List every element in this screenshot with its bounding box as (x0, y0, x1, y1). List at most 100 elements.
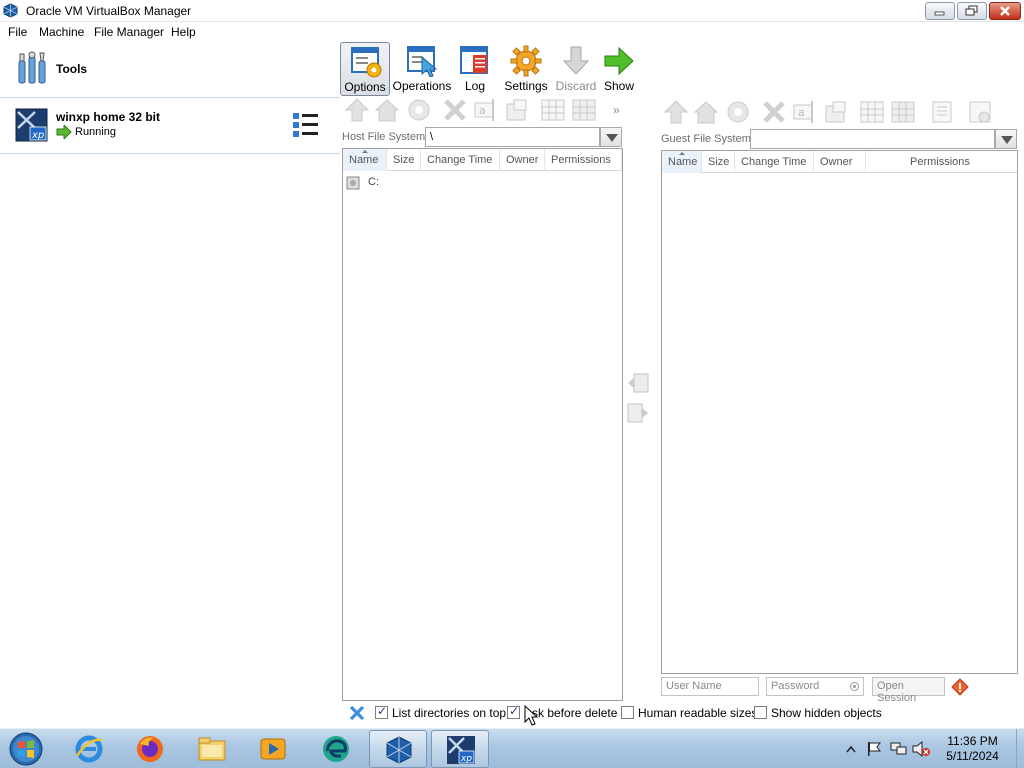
copy-to-guest-icon[interactable] (626, 401, 650, 425)
invert-selection-icon[interactable] (890, 99, 916, 125)
password-toggle-icon[interactable] (849, 681, 860, 692)
taskbar-winxp-vm[interactable]: xp (431, 730, 489, 768)
media-player-icon (260, 738, 286, 760)
open-session-button[interactable]: Open Session (872, 677, 945, 704)
ask-before-delete-label[interactable]: Ask before delete (524, 706, 617, 720)
winxp-vm-icon: xp (447, 736, 475, 764)
more-tools-chevron[interactable]: » (613, 103, 620, 117)
taskbar-edge[interactable] (307, 730, 365, 768)
menu-file-manager[interactable]: File Manager (94, 25, 164, 39)
delete-icon[interactable] (761, 99, 787, 125)
vm-state: Running (75, 126, 116, 138)
up-arrow-icon[interactable] (663, 99, 689, 125)
host-col-name[interactable]: Name (343, 149, 387, 171)
restore-icon (965, 5, 978, 16)
guest-file-list[interactable]: Name Size Change Time Owner Permissions (661, 150, 1018, 674)
taskbar: xp 11:36 PM 5/11/2024 (0, 728, 1024, 768)
up-arrow-icon[interactable] (344, 97, 370, 123)
volume-muted-icon[interactable] (912, 741, 930, 757)
home-icon[interactable] (693, 99, 719, 125)
menu-file[interactable]: File (8, 25, 27, 39)
taskbar-media-player[interactable] (244, 730, 302, 768)
guest-col-change-time[interactable]: Change Time (735, 151, 814, 173)
ask-before-delete-checkbox[interactable] (507, 704, 520, 719)
menu-machine[interactable]: Machine (39, 25, 84, 39)
list-directories-label[interactable]: List directories on top (392, 706, 506, 720)
rename-icon[interactable]: a (472, 97, 498, 123)
host-col-size[interactable]: Size (387, 149, 421, 171)
host-col-change-time[interactable]: Change Time (421, 149, 500, 171)
menu-help[interactable]: Help (171, 25, 196, 39)
list-directories-checkbox[interactable] (375, 704, 388, 719)
show-label: Show (603, 79, 635, 93)
system-clock[interactable]: 11:36 PM 5/11/2024 (930, 734, 1015, 764)
table-row[interactable]: C: (343, 173, 622, 193)
show-desktop-button[interactable] (1016, 729, 1024, 768)
vm-details-menu-icon[interactable] (292, 112, 320, 138)
show-hidden-objects-label[interactable]: Show hidden objects (771, 706, 882, 720)
main-toolbar: Options Operations Log Settings Discard … (340, 42, 1024, 97)
close-button[interactable] (989, 2, 1021, 20)
settings-gear-icon (510, 45, 542, 77)
refresh-icon[interactable] (725, 99, 751, 125)
host-path-field[interactable]: \ (425, 127, 600, 147)
host-file-list[interactable]: Name Size Change Time Owner Permissions … (342, 148, 623, 701)
settings-button[interactable]: Settings (501, 42, 551, 96)
delete-icon[interactable] (442, 97, 468, 123)
network-icon[interactable] (890, 741, 908, 757)
show-hidden-icons-chevron[interactable] (846, 745, 856, 753)
guest-col-name[interactable]: Name (662, 151, 702, 173)
show-button[interactable]: Show (594, 42, 644, 96)
select-all-icon[interactable] (859, 99, 885, 125)
tools-item[interactable]: Tools (0, 42, 340, 96)
guest-path-dropdown[interactable] (995, 129, 1017, 149)
taskbar-firefox[interactable] (121, 730, 179, 768)
window-title: Oracle VM VirtualBox Manager (26, 4, 192, 18)
vm-name: winxp home 32 bit (56, 110, 161, 124)
guest-path-field[interactable] (750, 129, 995, 149)
action-center-flag-icon[interactable] (866, 741, 882, 757)
machine-list-pane: Tools xp winxp home 32 bit Running (0, 42, 340, 728)
user-name-field[interactable]: User Name (661, 677, 759, 696)
log-button[interactable]: Log (450, 42, 500, 96)
operations-icon (407, 46, 438, 77)
options-icon (351, 47, 382, 78)
restore-button[interactable] (957, 2, 987, 20)
file-explorer-icon (198, 737, 226, 761)
guest-col-owner[interactable]: Owner (814, 151, 866, 173)
create-directory-icon[interactable] (504, 97, 530, 123)
operations-button[interactable]: Operations (393, 42, 451, 96)
human-readable-sizes-checkbox[interactable] (621, 706, 634, 719)
guest-col-size[interactable]: Size (702, 151, 735, 173)
session-warning-icon (951, 678, 969, 696)
drive-icon (346, 176, 360, 190)
host-col-owner[interactable]: Owner (500, 149, 545, 171)
guest-fs-label: Guest File System: (661, 133, 754, 145)
windows-xp-os-icon: xp (15, 108, 48, 142)
firefox-icon (137, 736, 163, 762)
host-col-permissions[interactable]: Permissions (545, 149, 622, 171)
copy-to-host-icon[interactable] (626, 371, 650, 395)
close-options-icon[interactable] (348, 704, 366, 722)
select-all-icon[interactable] (540, 97, 566, 123)
start-button-icon[interactable] (6, 731, 46, 767)
taskbar-internet-explorer[interactable] (60, 730, 118, 768)
guest-col-permissions[interactable]: Permissions (866, 151, 1017, 173)
taskbar-virtualbox[interactable] (369, 730, 427, 768)
host-path-dropdown[interactable] (600, 127, 622, 147)
tools-gear-icon[interactable] (967, 99, 993, 125)
home-icon[interactable] (374, 97, 400, 123)
show-hidden-objects-checkbox[interactable] (754, 706, 767, 719)
minimize-button[interactable] (925, 2, 955, 20)
vm-list-item[interactable]: xp winxp home 32 bit Running (0, 97, 340, 154)
human-readable-sizes-label[interactable]: Human readable sizes (638, 706, 757, 720)
refresh-icon[interactable] (406, 97, 432, 123)
taskbar-file-explorer[interactable] (183, 730, 241, 768)
rename-icon[interactable]: a (791, 99, 817, 125)
tools-icon (18, 51, 46, 84)
invert-selection-icon[interactable] (571, 97, 597, 123)
options-button[interactable]: Options (340, 42, 390, 96)
properties-list-icon[interactable] (929, 99, 955, 125)
show-arrow-icon (604, 46, 634, 76)
create-directory-icon[interactable] (823, 99, 849, 125)
